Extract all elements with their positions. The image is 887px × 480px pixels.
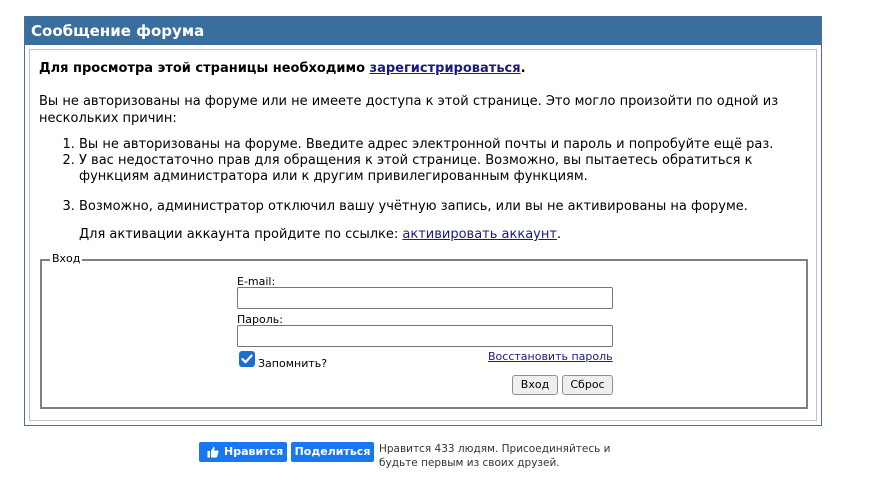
forum-message-panel: Сообщение форума Для просмотра этой стра… bbox=[24, 16, 822, 426]
login-legend: Вход bbox=[50, 252, 83, 266]
thumbs-up-icon bbox=[207, 446, 219, 458]
login-fieldset: Вход E-mail: Пароль: Запомнить? Восстано… bbox=[40, 252, 808, 409]
facebook-share-button[interactable]: Поделиться bbox=[291, 442, 374, 462]
remember-label: Запомнить? bbox=[258, 357, 328, 370]
facebook-like-button[interactable]: Нравится bbox=[199, 442, 287, 462]
activation-suffix: . bbox=[556, 227, 562, 242]
facebook-social-text: Нравится 433 людям. Присоединяйтесь и бу… bbox=[379, 443, 611, 469]
intro-text: Вы не авторизованы на форуме или не имее… bbox=[39, 94, 779, 126]
reasons-list: Вы не авторизованы на форуме. Введите ад… bbox=[39, 137, 799, 215]
reason-item: Возможно, администратор отключил вашу уч… bbox=[79, 199, 799, 215]
activation-line: Для активации аккаунта пройдите по ссылк… bbox=[79, 227, 561, 242]
activate-account-link[interactable]: активировать аккаунт bbox=[402, 227, 557, 242]
register-link[interactable]: зарегистрироваться bbox=[370, 61, 521, 76]
email-input[interactable] bbox=[237, 287, 613, 309]
like-label: Нравится bbox=[224, 445, 284, 458]
panel-title: Сообщение форума bbox=[25, 17, 821, 45]
checkmark-icon bbox=[241, 354, 253, 364]
reset-button[interactable]: Сброс bbox=[562, 375, 613, 395]
notice-text: Для просмотра этой страницы необходимо bbox=[39, 61, 366, 76]
restore-password-link[interactable]: Восстановить пароль bbox=[488, 350, 613, 363]
registration-notice: Для просмотра этой страницы необходимо з… bbox=[39, 61, 526, 76]
panel-body: Для просмотра этой страницы необходимо з… bbox=[29, 49, 817, 421]
remember-checkbox[interactable] bbox=[239, 351, 255, 367]
notice-suffix: . bbox=[520, 61, 526, 76]
password-input[interactable] bbox=[237, 325, 613, 347]
reason-item: У вас недостаточно прав для обращения к … bbox=[79, 153, 799, 185]
reason-item: Вы не авторизованы на форуме. Введите ад… bbox=[79, 137, 799, 153]
login-button[interactable]: Вход bbox=[512, 375, 558, 395]
activation-text: Для активации аккаунта пройдите по ссылк… bbox=[79, 227, 399, 242]
